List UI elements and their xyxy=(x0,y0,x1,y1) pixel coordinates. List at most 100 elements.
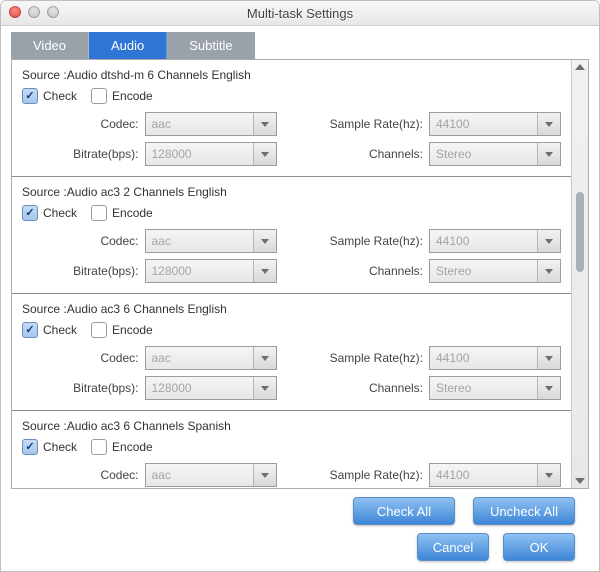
tab-audio[interactable]: Audio xyxy=(89,32,167,59)
bitrate-combo[interactable]: 128000 xyxy=(145,142,277,166)
check-field: Check xyxy=(22,88,77,104)
check-checkbox[interactable] xyxy=(22,88,38,104)
bitrate-combo[interactable]: 128000 xyxy=(145,259,277,283)
chevron-down-icon[interactable] xyxy=(253,464,276,486)
track-fields: Codec: aac Sample Rate(hz):44100 Bitrate(bp… xyxy=(22,112,561,166)
chevron-down-icon[interactable] xyxy=(253,347,276,369)
sample-rate-combo[interactable]: 44100 xyxy=(429,346,561,370)
sample-rate-combo-value: 44100 xyxy=(430,117,537,131)
chevron-down-icon[interactable] xyxy=(537,464,560,486)
bitrate-combo-value: 128000 xyxy=(146,264,253,278)
chevron-down-icon[interactable] xyxy=(537,113,560,135)
codec-field: Codec: aac xyxy=(22,463,277,487)
encode-checkbox[interactable] xyxy=(91,439,107,455)
check-checkbox[interactable] xyxy=(22,439,38,455)
channels-combo[interactable]: Stereo xyxy=(429,376,561,400)
sample-rate-combo[interactable]: 44100 xyxy=(429,112,561,136)
chevron-down-icon[interactable] xyxy=(537,260,560,282)
scroll-down-icon[interactable] xyxy=(575,478,585,484)
titlebar: Multi-task Settings xyxy=(1,1,599,26)
minimize-icon[interactable] xyxy=(28,6,40,18)
check-label: Check xyxy=(43,323,77,337)
chevron-down-icon[interactable] xyxy=(537,347,560,369)
sample-rate-combo[interactable]: 44100 xyxy=(429,229,561,253)
sample-rate-combo-value: 44100 xyxy=(430,468,537,482)
sample-rate-field: Sample Rate(hz): 44100 xyxy=(307,463,562,487)
list-buttons: Check All Uncheck All xyxy=(11,489,589,529)
bitrate-field: Bitrate(bps): 128000 xyxy=(22,376,277,400)
codec-combo-value: aac xyxy=(146,351,253,365)
codec-label: Codec: xyxy=(100,117,138,131)
check-checkbox[interactable] xyxy=(22,322,38,338)
encode-field: Encode xyxy=(91,205,153,221)
close-icon[interactable] xyxy=(9,6,21,18)
scroll-track[interactable] xyxy=(572,74,588,474)
channels-field: Channels:Stereo xyxy=(307,376,562,400)
sample-rate-field: Sample Rate(hz): 44100 xyxy=(307,229,562,253)
encode-checkbox[interactable] xyxy=(91,205,107,221)
chevron-down-icon[interactable] xyxy=(537,230,560,252)
track-checks: CheckEncode xyxy=(22,88,561,104)
check-checkbox[interactable] xyxy=(22,205,38,221)
sample-rate-combo-value: 44100 xyxy=(430,234,537,248)
codec-combo[interactable]: aac xyxy=(145,229,277,253)
check-field: Check xyxy=(22,322,77,338)
track-row: Source :Audio dtshd-m 6 Channels English… xyxy=(12,60,571,177)
channels-combo[interactable]: Stereo xyxy=(429,142,561,166)
channels-combo-value: Stereo xyxy=(430,381,537,395)
encode-checkbox[interactable] xyxy=(91,88,107,104)
codec-field: Codec:aac xyxy=(22,229,277,253)
codec-combo[interactable]: aac xyxy=(145,346,277,370)
bitrate-combo[interactable]: 128000 xyxy=(145,376,277,400)
channels-field: Channels:Stereo xyxy=(307,142,562,166)
track-source: Source :Audio ac3 6 Channels English xyxy=(22,302,561,316)
track-fields: Codec:aacSample Rate(hz):44100Bitrate(bp… xyxy=(22,346,561,400)
check-field: Check xyxy=(22,439,77,455)
bitrate-label: Bitrate(bps): xyxy=(73,147,138,161)
codec-label: Codec: xyxy=(100,468,138,482)
encode-label: Encode xyxy=(112,323,153,337)
bitrate-combo-value: 128000 xyxy=(146,381,253,395)
tab-subtitle[interactable]: Subtitle xyxy=(167,32,254,59)
chevron-down-icon[interactable] xyxy=(537,377,560,399)
window: Multi-task Settings Video Audio Subtitle… xyxy=(0,0,600,572)
sample-rate-label: Sample Rate(hz): xyxy=(330,234,423,248)
cancel-button[interactable]: Cancel xyxy=(417,533,489,561)
channels-combo-value: Stereo xyxy=(430,264,537,278)
chevron-down-icon[interactable] xyxy=(253,143,276,165)
sample-rate-field: Sample Rate(hz):44100 xyxy=(307,346,562,370)
dialog-buttons: Cancel OK xyxy=(11,529,589,571)
chevron-down-icon[interactable] xyxy=(253,230,276,252)
codec-combo[interactable]: aac xyxy=(145,112,277,136)
encode-label: Encode xyxy=(112,440,153,454)
bitrate-label: Bitrate(bps): xyxy=(73,381,138,395)
codec-combo[interactable]: aac xyxy=(145,463,277,487)
chevron-down-icon[interactable] xyxy=(253,113,276,135)
chevron-down-icon[interactable] xyxy=(537,143,560,165)
bitrate-combo-value: 128000 xyxy=(146,147,253,161)
encode-checkbox[interactable] xyxy=(91,322,107,338)
chevron-down-icon[interactable] xyxy=(253,377,276,399)
track-checks: Check Encode xyxy=(22,439,561,455)
track-source: Source :Audio ac3 6 Channels Spanish xyxy=(22,419,561,433)
tab-video[interactable]: Video xyxy=(11,32,89,59)
channels-combo[interactable]: Stereo xyxy=(429,259,561,283)
bitrate-field: Bitrate(bps):128000 xyxy=(22,259,277,283)
scrollbar[interactable] xyxy=(571,60,588,488)
check-all-button[interactable]: Check All xyxy=(353,497,455,525)
sample-rate-label: Sample Rate(hz): xyxy=(330,468,423,482)
scroll-up-icon[interactable] xyxy=(575,64,585,70)
sample-rate-combo[interactable]: 44100 xyxy=(429,463,561,487)
codec-field: Codec: aac xyxy=(22,112,277,136)
track-checks: CheckEncode xyxy=(22,205,561,221)
track-list-wrap: Source :Audio dtshd-m 6 Channels English… xyxy=(11,59,589,489)
chevron-down-icon[interactable] xyxy=(253,260,276,282)
track-source: Source :Audio ac3 2 Channels English xyxy=(22,185,561,199)
ok-button[interactable]: OK xyxy=(503,533,575,561)
uncheck-all-button[interactable]: Uncheck All xyxy=(473,497,575,525)
scroll-thumb[interactable] xyxy=(576,192,584,272)
sample-rate-field: Sample Rate(hz):44100 xyxy=(307,112,562,136)
bitrate-field: Bitrate(bps): 128000 xyxy=(22,142,277,166)
maximize-icon[interactable] xyxy=(47,6,59,18)
channels-combo-value: Stereo xyxy=(430,147,537,161)
